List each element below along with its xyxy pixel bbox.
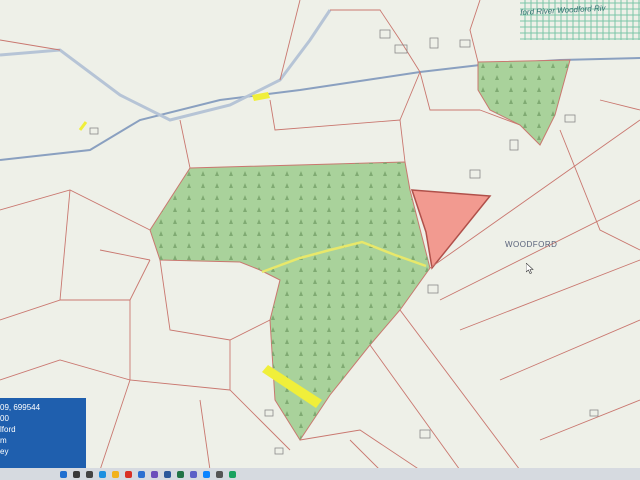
small-marker <box>78 121 88 131</box>
taskbar <box>0 468 640 480</box>
map-viewer[interactable]: WOODFORD ford River Woodford Riv 09, 699… <box>0 0 640 470</box>
coordinates-readout: 09, 699544 <box>0 403 41 412</box>
info-line-area: m <box>0 436 7 445</box>
chrome-icon[interactable] <box>125 470 132 478</box>
mouse-pointer-icon <box>526 263 534 274</box>
maps-icon[interactable] <box>229 470 236 478</box>
river-line <box>0 9 332 122</box>
excel-icon[interactable] <box>177 470 184 478</box>
forestry-tree-symbols <box>150 162 430 440</box>
word-icon[interactable] <box>164 470 171 478</box>
info-line-county: ey <box>0 447 9 456</box>
mail-icon[interactable] <box>138 470 145 478</box>
info-line-townland: lford <box>0 425 16 434</box>
settings-icon[interactable] <box>216 470 223 478</box>
teams-icon[interactable] <box>190 470 197 478</box>
coordinates-info-panel: 09, 699544 00 lford m ey <box>0 398 86 468</box>
land-registry-map[interactable] <box>0 0 640 470</box>
townland-label: WOODFORD <box>505 240 558 249</box>
explorer-icon[interactable] <box>112 470 119 478</box>
photos-icon[interactable] <box>203 470 210 478</box>
edge-icon[interactable] <box>99 470 106 478</box>
forestry-tree-symbols-north <box>478 60 570 145</box>
store-icon[interactable] <box>151 470 158 478</box>
start-icon[interactable] <box>60 470 67 478</box>
search-icon[interactable] <box>73 470 80 478</box>
info-line-scale: 00 <box>0 414 9 423</box>
task-view-icon[interactable] <box>86 470 93 478</box>
